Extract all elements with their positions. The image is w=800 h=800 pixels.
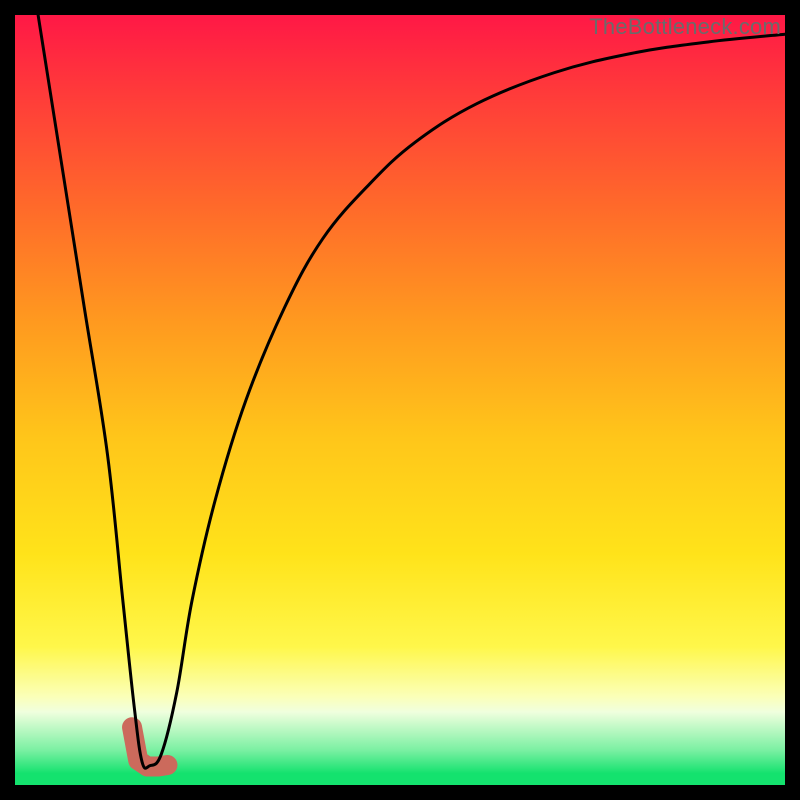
chart-frame: TheBottleneck.com (0, 0, 800, 800)
chart-svg (15, 15, 785, 785)
watermark-text: TheBottleneck.com (589, 15, 781, 40)
plot-area: TheBottleneck.com (15, 15, 785, 785)
